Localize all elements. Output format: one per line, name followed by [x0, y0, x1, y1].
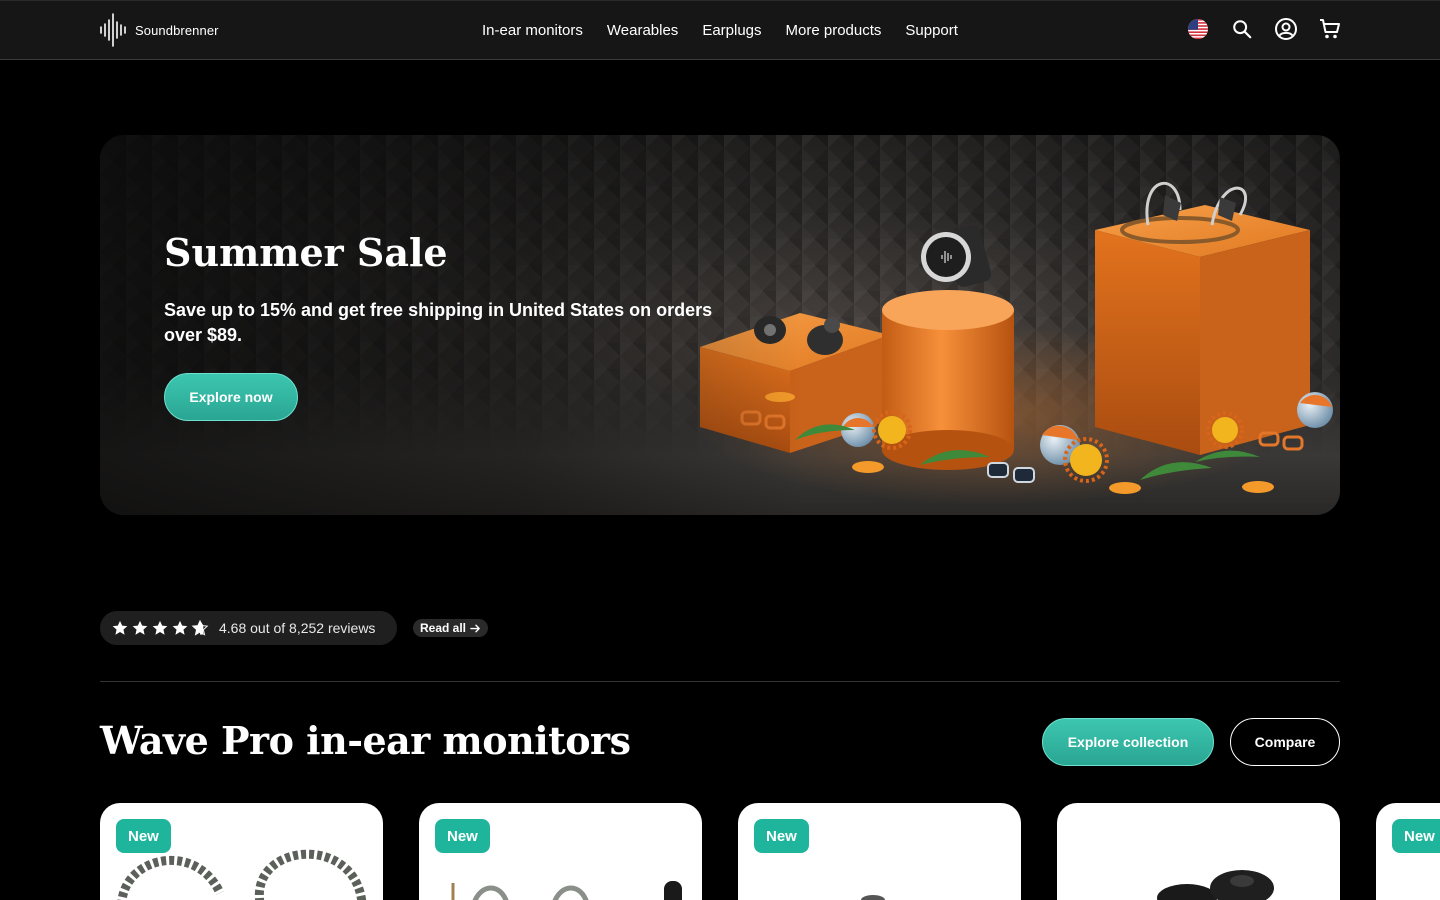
- cart-icon[interactable]: [1318, 17, 1342, 41]
- product-card[interactable]: New: [738, 803, 1021, 900]
- compare-button[interactable]: Compare: [1230, 718, 1340, 766]
- header-actions: [1186, 17, 1342, 41]
- nav-earplugs[interactable]: Earplugs: [702, 22, 761, 39]
- reviews-count-text: 4.68 out of 8,252 reviews: [219, 620, 376, 636]
- arrow-right-icon: [470, 624, 480, 632]
- read-all-label: Read all: [419, 621, 467, 635]
- new-badge: New: [754, 819, 809, 853]
- brand-logo[interactable]: Soundbrenner: [99, 12, 219, 48]
- hero-subtitle: Save up to 15% and get free shipping in …: [164, 300, 713, 345]
- star-half-icon: [191, 619, 209, 636]
- nav-more-products[interactable]: More products: [786, 22, 882, 39]
- new-badge: New: [116, 819, 171, 853]
- new-badge: New: [435, 819, 490, 853]
- reviews-summary: 4.68 out of 8,252 reviews: [100, 611, 397, 645]
- star-full-icon: [152, 620, 168, 635]
- brand-name: Soundbrenner: [135, 22, 219, 38]
- site-header: Soundbrenner In-ear monitors Wearables E…: [0, 0, 1440, 60]
- product-card[interactable]: New: [100, 803, 383, 900]
- hero-title: Summer Sale: [164, 230, 448, 275]
- nav-support[interactable]: Support: [905, 22, 958, 39]
- soundwave-logo-icon: [100, 13, 126, 47]
- explore-collection-button[interactable]: Explore collection: [1042, 718, 1214, 766]
- new-badge: New: [1392, 819, 1440, 853]
- foam-eartips-product-image: [1157, 870, 1274, 900]
- us-flag-icon[interactable]: [1186, 17, 1210, 41]
- account-icon[interactable]: [1274, 17, 1298, 41]
- main-nav: In-ear monitors Wearables Earplugs More …: [482, 1, 958, 59]
- explore-now-button[interactable]: Explore now: [164, 373, 298, 421]
- star-rating: [111, 619, 209, 637]
- nav-wearables[interactable]: Wearables: [607, 22, 678, 39]
- star-full-icon: [112, 620, 128, 635]
- hero-banner[interactable]: Summer Sale Save up to 15% and get free …: [100, 135, 1340, 515]
- search-icon[interactable]: [1230, 17, 1254, 41]
- star-full-icon: [172, 620, 188, 635]
- product-card[interactable]: New: [1376, 803, 1440, 900]
- read-all-reviews-link[interactable]: Read all: [413, 619, 488, 637]
- product-card[interactable]: New: [419, 803, 702, 900]
- section-divider: [100, 681, 1340, 682]
- nav-in-ear-monitors[interactable]: In-ear monitors: [482, 22, 583, 39]
- section-title: Wave Pro in-ear monitors: [100, 718, 631, 763]
- star-full-icon: [132, 620, 148, 635]
- product-card[interactable]: [1057, 803, 1340, 900]
